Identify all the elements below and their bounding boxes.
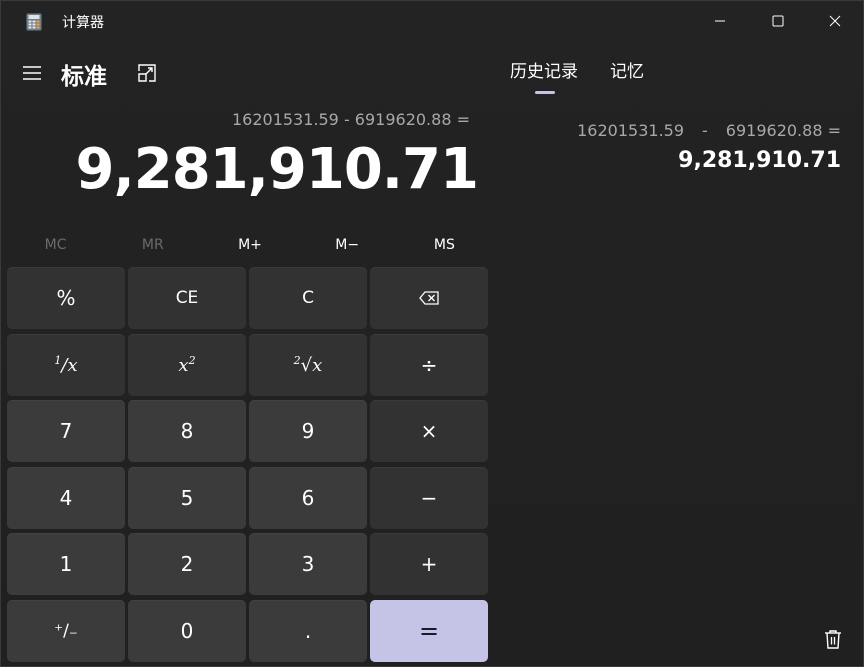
memory-subtract-button[interactable]: M− (299, 231, 396, 259)
close-icon (829, 15, 841, 27)
multiply-button[interactable]: × (370, 400, 488, 463)
digit-9-button[interactable]: 9 (249, 400, 367, 463)
tab-history[interactable]: 历史记录 (510, 57, 578, 82)
digit-8-button[interactable]: 8 (128, 400, 246, 463)
plus-button[interactable]: + (370, 533, 488, 596)
memory-store-button[interactable]: MS (396, 231, 493, 259)
reciprocal-x: x (67, 354, 78, 376)
digit-5-button[interactable]: 5 (128, 466, 246, 529)
keep-on-top-icon (138, 64, 156, 82)
square-x: x (178, 354, 189, 376)
square-root-button[interactable]: 2√x (249, 333, 367, 396)
decimal-button[interactable]: . (249, 599, 367, 662)
title-bar[interactable]: 计算器 (1, 1, 864, 43)
history-operand-1: 16201531.59 (577, 121, 685, 140)
clear-entry-button[interactable]: CE (128, 267, 246, 329)
close-button[interactable] (806, 1, 864, 41)
hamburger-icon (23, 66, 41, 80)
memory-add-button[interactable]: M+ (201, 231, 298, 259)
tab-memory[interactable]: 记忆 (610, 57, 644, 82)
minus-button[interactable]: − (370, 466, 488, 529)
digit-2-button[interactable]: 2 (128, 533, 246, 596)
memory-recall-button[interactable]: MR (104, 231, 201, 259)
history-expression: 16201531.59 - 6919620.88 = (501, 121, 841, 140)
digit-1-button[interactable]: 1 (7, 533, 125, 596)
calculator-icon (26, 13, 42, 31)
digit-7-button[interactable]: 7 (7, 400, 125, 463)
maximize-icon (772, 15, 784, 27)
memory-clear-button[interactable]: MC (7, 231, 104, 259)
keep-on-top-button[interactable] (133, 59, 161, 87)
history-operator: - (702, 121, 708, 140)
percent-button[interactable]: % (7, 267, 125, 329)
equals-button[interactable]: = (370, 599, 488, 662)
history-operand-2: 6919620.88 = (725, 121, 841, 140)
menu-button[interactable] (15, 57, 49, 89)
digit-4-button[interactable]: 4 (7, 466, 125, 529)
history-item[interactable]: 16201531.59 - 6919620.88 = 9,281,910.71 (501, 121, 841, 173)
history-result: 9,281,910.71 (678, 148, 841, 173)
digit-3-button[interactable]: 3 (249, 533, 367, 596)
digit-0-button[interactable]: 0 (128, 599, 246, 662)
square-button[interactable]: x2 (128, 333, 246, 396)
window-title: 计算器 (62, 15, 104, 31)
expression-display: 16201531.59 - 6919620.88 = (231, 110, 470, 129)
negate-button[interactable]: ⁺∕₋ (7, 599, 125, 662)
backspace-icon (419, 291, 439, 305)
minimize-button[interactable] (691, 1, 749, 41)
mode-title: 标准 (61, 64, 107, 90)
clear-button[interactable]: C (249, 267, 367, 329)
minimize-icon (715, 20, 725, 22)
reciprocal-button[interactable]: 1/x (7, 333, 125, 396)
digit-6-button[interactable]: 6 (249, 466, 367, 529)
reciprocal-numerator: 1 (54, 353, 62, 367)
root-index: 2 (293, 353, 301, 367)
backspace-button[interactable] (370, 267, 488, 329)
memory-row: MC MR M+ M− MS (7, 231, 493, 259)
keypad: % CE C 1/x x2 2√x ÷ 7 8 9 × 4 5 6 − 1 2 … (7, 267, 491, 662)
divide-button[interactable]: ÷ (370, 333, 488, 396)
root-x: x (312, 354, 323, 376)
square-exponent: 2 (188, 353, 196, 367)
active-tab-indicator (535, 91, 555, 94)
clear-history-button[interactable] (819, 625, 847, 653)
trash-icon (825, 630, 841, 649)
calculator-window: 计算器 标准 16201531.59 - 6919620.88 = 9,281,… (0, 0, 864, 667)
maximize-button[interactable] (749, 1, 807, 41)
result-display: 9,281,910.71 (75, 137, 479, 202)
